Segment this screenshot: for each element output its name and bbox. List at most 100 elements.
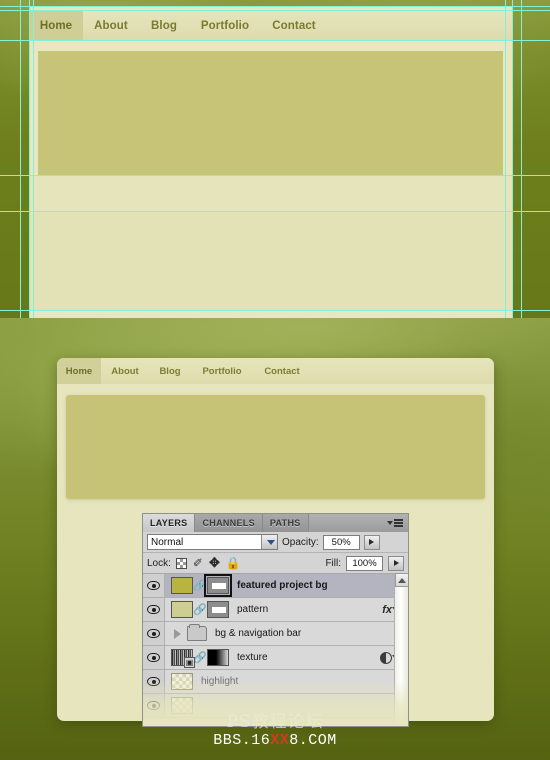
lock-image-pixels-brush-icon[interactable]: ✐ bbox=[193, 557, 203, 569]
link-icon[interactable]: 🔗 bbox=[193, 651, 207, 665]
adjustment-layer-icon[interactable] bbox=[380, 651, 392, 664]
guide-vertical[interactable] bbox=[521, 0, 522, 318]
guide-vertical[interactable] bbox=[33, 0, 34, 318]
hamburger-icon bbox=[394, 519, 403, 527]
layer-thumbnails bbox=[165, 697, 193, 714]
table-row[interactable]: highlight bbox=[143, 670, 408, 694]
eye-icon bbox=[147, 653, 160, 662]
nav-item-blog[interactable]: Blog bbox=[139, 20, 189, 32]
eye-icon bbox=[147, 677, 160, 686]
layer-list: 🔗 featured project bg 🔗 pattern fx bg & … bbox=[143, 574, 408, 718]
panel-tab-strip: LAYERS CHANNELS PATHS bbox=[143, 514, 408, 532]
layer-thumbnail[interactable] bbox=[171, 673, 193, 690]
layer-visibility-toggle[interactable] bbox=[143, 622, 165, 645]
layer-thumbnails: ▣ 🔗 bbox=[165, 649, 229, 668]
blend-mode-select[interactable]: Normal bbox=[147, 534, 278, 550]
mockup-nav-item-home[interactable]: Home bbox=[57, 366, 101, 377]
opacity-label: Opacity: bbox=[282, 536, 319, 548]
navigation-links[interactable]: Home About Blog Portfolio Contact bbox=[29, 11, 512, 40]
lock-all-padlock-icon[interactable]: 🔒 bbox=[226, 557, 241, 569]
layer-mask-thumbnail[interactable] bbox=[207, 601, 229, 618]
watermark: PS教程论坛 BBS.16XX8.COM bbox=[0, 712, 550, 749]
blend-mode-value: Normal bbox=[151, 536, 184, 548]
content-area-light-lower bbox=[29, 211, 512, 310]
link-icon[interactable]: 🔗 bbox=[193, 603, 207, 617]
layer-visibility-toggle[interactable] bbox=[143, 598, 165, 621]
mockup-nav-item-about[interactable]: About bbox=[101, 366, 149, 377]
mockup-navigation-links[interactable]: Home About Blog Portfolio Contact bbox=[57, 358, 494, 384]
lock-label: Lock: bbox=[147, 557, 171, 569]
nav-item-about[interactable]: About bbox=[83, 20, 139, 32]
scroll-up-arrow-icon[interactable] bbox=[395, 573, 408, 587]
guide-horizontal[interactable] bbox=[0, 175, 550, 176]
table-row[interactable]: 🔗 featured project bg bbox=[143, 574, 408, 598]
layer-thumbnail[interactable] bbox=[171, 577, 193, 594]
watermark-url-suffix: 8.COM bbox=[289, 731, 337, 749]
mockup-nav-item-blog[interactable]: Blog bbox=[149, 366, 191, 377]
watermark-chinese-text: PS教程论坛 bbox=[226, 712, 324, 732]
layer-visibility-toggle[interactable] bbox=[143, 574, 165, 597]
eye-icon bbox=[147, 701, 160, 710]
nav-item-home[interactable]: Home bbox=[29, 20, 83, 32]
tab-strip-filler bbox=[309, 514, 387, 532]
layer-name: featured project bg bbox=[237, 580, 328, 591]
layer-visibility-toggle[interactable] bbox=[143, 646, 165, 669]
guide-vertical[interactable] bbox=[512, 0, 513, 318]
table-row[interactable]: ▣ 🔗 texture bbox=[143, 646, 408, 670]
layer-thumbnail[interactable]: ▣ bbox=[171, 649, 195, 668]
layer-thumbnail[interactable] bbox=[171, 601, 193, 618]
layer-effects-fx-icon[interactable]: fx bbox=[382, 604, 392, 616]
tab-layers[interactable]: LAYERS bbox=[143, 514, 196, 532]
mockup-nav-item-contact[interactable]: Contact bbox=[253, 366, 311, 377]
layer-mask-thumbnail[interactable] bbox=[207, 649, 229, 666]
fill-input[interactable]: 100% bbox=[346, 555, 383, 571]
chevron-down-icon bbox=[387, 521, 393, 525]
table-row[interactable]: bg & navigation bar bbox=[143, 622, 408, 646]
guide-vertical[interactable] bbox=[20, 0, 21, 318]
opacity-stepper-icon[interactable] bbox=[363, 534, 380, 550]
guide-vertical[interactable] bbox=[505, 0, 506, 318]
layer-thumbnails bbox=[165, 673, 193, 690]
guide-horizontal[interactable] bbox=[0, 6, 550, 7]
layer-thumbnail[interactable] bbox=[171, 697, 193, 714]
opacity-input[interactable]: 50% bbox=[322, 534, 360, 550]
mockup-nav-item-portfolio[interactable]: Portfolio bbox=[191, 366, 253, 377]
lock-icon-group: ✐ ✥ 🔒 bbox=[175, 556, 241, 569]
lock-position-move-icon[interactable]: ✥ bbox=[209, 556, 220, 569]
mockup-featured-project-box bbox=[66, 395, 485, 499]
watermark-url-accent: XX bbox=[270, 731, 290, 749]
layer-name: bg & navigation bar bbox=[215, 628, 302, 639]
nav-item-contact[interactable]: Contact bbox=[261, 20, 327, 32]
vertical-scrollbar[interactable] bbox=[394, 573, 408, 726]
panel-menu-icon[interactable] bbox=[387, 514, 408, 532]
tab-paths[interactable]: PATHS bbox=[262, 514, 309, 532]
layer-visibility-toggle[interactable] bbox=[143, 670, 165, 693]
guide-horizontal[interactable] bbox=[0, 310, 550, 311]
layer-mask-thumbnail[interactable] bbox=[204, 574, 232, 597]
watermark-url: BBS.16XX8.COM bbox=[0, 731, 550, 749]
chevron-down-icon[interactable] bbox=[261, 535, 277, 549]
group-disclosure-triangle-icon[interactable] bbox=[174, 628, 181, 639]
guide-horizontal[interactable] bbox=[0, 10, 550, 11]
eye-icon bbox=[147, 581, 160, 590]
lock-fill-row: Lock: ✐ ✥ 🔒 Fill: 100% bbox=[143, 553, 408, 574]
tab-channels[interactable]: CHANNELS bbox=[195, 514, 263, 532]
featured-project-box bbox=[38, 51, 503, 175]
lock-transparency-icon[interactable] bbox=[175, 557, 187, 569]
layer-name: texture bbox=[237, 652, 268, 663]
link-icon[interactable]: 🔗 bbox=[193, 579, 207, 593]
table-row[interactable]: 🔗 pattern fx bbox=[143, 598, 408, 622]
fill-stepper-icon[interactable] bbox=[388, 555, 404, 571]
fill-label: Fill: bbox=[325, 557, 341, 569]
layer-thumbnails: 🔗 bbox=[165, 601, 229, 618]
smart-object-badge-icon: ▣ bbox=[184, 657, 195, 668]
layer-name: highlight bbox=[201, 676, 239, 687]
nav-item-portfolio[interactable]: Portfolio bbox=[189, 20, 261, 32]
folder-icon bbox=[187, 624, 207, 641]
guide-vertical[interactable] bbox=[29, 0, 30, 318]
layer-thumbnails: 🔗 bbox=[165, 574, 232, 597]
eye-icon bbox=[147, 605, 160, 614]
guide-horizontal[interactable] bbox=[0, 211, 550, 212]
guide-horizontal[interactable] bbox=[0, 40, 550, 41]
layer-name: pattern bbox=[237, 604, 269, 615]
